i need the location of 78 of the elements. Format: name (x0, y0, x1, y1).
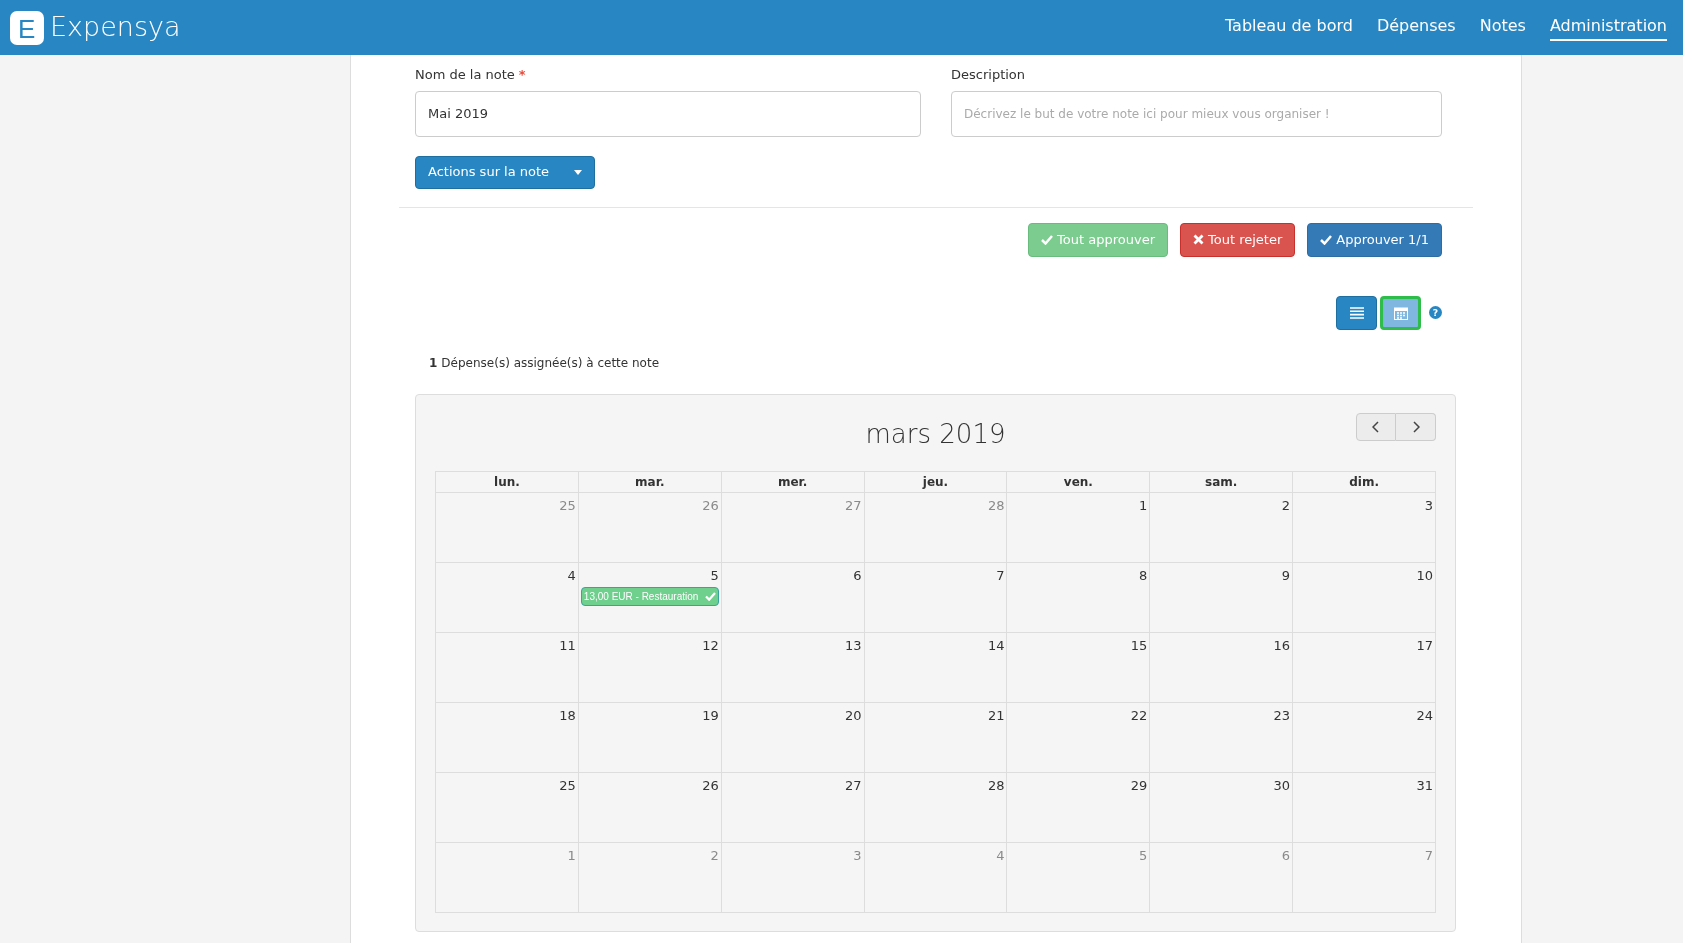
day-number: 25 (558, 496, 576, 515)
list-view-button[interactable] (1336, 295, 1377, 330)
day-number: 2 (709, 846, 719, 865)
weekday-header: jeu. (864, 471, 1008, 493)
weekday-header: sam. (1150, 471, 1294, 493)
day-number: 26 (701, 776, 719, 795)
nav-link[interactable]: Dépenses (1376, 14, 1456, 41)
day-number: 23 (1272, 706, 1291, 725)
day-number: 28 (986, 776, 1005, 795)
note-name-field[interactable]: Mai 2019 (415, 90, 921, 137)
day-number: 6 (1280, 846, 1291, 865)
reject-all-button[interactable]: Tout rejeter (1180, 222, 1296, 257)
weekday-header: mer. (721, 471, 865, 493)
weekday-header: dim. (1293, 471, 1436, 493)
day-number: 29 (1129, 776, 1148, 795)
help-icon[interactable]: ? (1429, 306, 1442, 319)
day-number: 8 (1138, 566, 1148, 585)
day-number: 6 (852, 566, 862, 585)
chevron-left-icon (1372, 420, 1380, 433)
previous-month-button[interactable] (1356, 412, 1396, 441)
day-number: 15 (1129, 636, 1148, 655)
calendar-icon (1393, 305, 1408, 320)
next-month-button[interactable] (1396, 412, 1436, 441)
day-number: 21 (986, 706, 1005, 725)
approve-button[interactable]: Approuver 1/1 (1307, 222, 1442, 257)
expense-count-text: Dépense(s) assignée(s) à cette note (441, 354, 660, 372)
day-number: 16 (1272, 636, 1291, 655)
day-number: 17 (1415, 636, 1433, 655)
day-number: 12 (701, 636, 719, 655)
weekday-header: ven. (1007, 471, 1151, 493)
day-number: 20 (844, 706, 862, 725)
day-number: 22 (1129, 706, 1148, 725)
day-number: 3 (852, 846, 862, 865)
day-number: 11 (558, 636, 576, 655)
close-icon (1193, 234, 1204, 245)
day-number: 19 (701, 706, 719, 725)
day-number: 24 (1415, 706, 1433, 725)
expense-count: 1 (429, 354, 438, 372)
day-number: 4 (566, 566, 576, 585)
check-icon (1320, 234, 1333, 245)
list-icon (1349, 306, 1364, 319)
day-number: 26 (701, 496, 719, 515)
day-number: 14 (986, 636, 1005, 655)
check-icon (1041, 234, 1054, 245)
day-number: 4 (995, 846, 1005, 865)
day-number: 3 (1423, 496, 1433, 515)
nav-link[interactable]: Administration (1549, 14, 1667, 41)
day-number: 28 (986, 496, 1005, 515)
description-field[interactable]: Décrivez le but de votre note ici pour mieux vous organiser ! (951, 90, 1442, 137)
weekday-header: lun. (436, 471, 579, 493)
day-number: 9 (1280, 566, 1291, 585)
day-number: 27 (844, 496, 862, 515)
day-number: 30 (1272, 776, 1291, 795)
day-number: 25 (558, 776, 576, 795)
actions-dropdown-button[interactable]: Actions sur la note (415, 155, 595, 189)
day-number: 18 (558, 706, 576, 725)
day-number: 5 (709, 566, 719, 585)
day-number: 13 (844, 636, 862, 655)
nav-link[interactable]: Tableau de bord (1225, 14, 1353, 41)
day-number: 7 (995, 566, 1005, 585)
caret-icon (574, 169, 582, 175)
chevron-right-icon (1411, 420, 1420, 433)
required-mark: * (518, 66, 526, 84)
day-number: 1 (1138, 496, 1148, 515)
weekday-header: mar. (578, 471, 722, 493)
field-label: Nom de la note (415, 66, 515, 84)
day-number: 31 (1415, 776, 1433, 795)
brand-name: Expensya (50, 10, 181, 45)
calendar-title: mars 2019 (865, 418, 1006, 451)
day-number: 5 (1138, 846, 1148, 865)
field-label: Description (951, 66, 1027, 84)
day-number: 1 (566, 846, 576, 865)
calendar-view-button[interactable] (1380, 295, 1421, 330)
day-number: 2 (1280, 496, 1291, 515)
day-number: 10 (1415, 566, 1433, 585)
day-number: 27 (844, 776, 862, 795)
nav-link[interactable]: Notes (1479, 14, 1526, 41)
day-number: 7 (1423, 846, 1433, 865)
